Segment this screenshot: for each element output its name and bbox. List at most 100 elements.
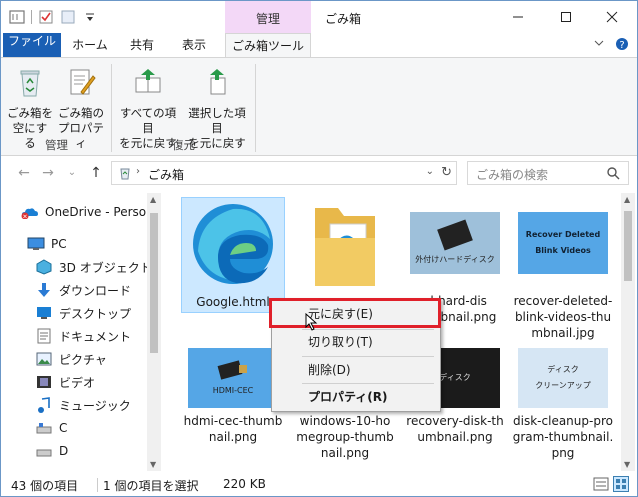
details-view-button[interactable] [593,476,609,495]
tab-file[interactable]: ファイル [3,33,61,57]
thumbnail-caption: クリーンアップ [535,381,591,390]
nav-item-desktop[interactable]: デスクトップ [35,302,131,324]
menu-item-properties[interactable]: プロパティ(R) [272,386,440,408]
navigation-pane: ✕ OneDrive - Persona PC 3D オブジェクト ダウンロード… [1,193,161,471]
forward-button[interactable]: → [39,163,57,183]
scroll-down-icon[interactable]: ▼ [624,460,630,469]
address-bar[interactable]: › ごみ箱 ⌄ ↻ [111,161,457,185]
expand-ribbon-icon[interactable] [593,37,605,49]
back-button[interactable]: ← [15,163,33,183]
close-icon [606,11,618,23]
scrollbar-thumb[interactable] [150,213,158,353]
nav-label: ダウンロード [59,283,132,298]
file-item-hdmi[interactable]: HDMI-CEC hdmi-cec-thumb nail.png [181,347,285,447]
thumbnail-caption: Recover Deleted Blink Videos [525,230,601,255]
large-icons-view-button[interactable] [613,476,629,495]
recycle-bin-icon [20,70,40,97]
tab-view[interactable]: 表示 [171,33,217,57]
help-icon[interactable]: ? [615,37,629,51]
thumbnail-caption: 外付けハードディスク [415,255,495,264]
nav-item-pictures[interactable]: ピクチャ [35,348,107,370]
menu-separator [302,383,434,384]
scroll-up-icon[interactable]: ▲ [624,195,630,204]
svg-text:?: ? [619,40,624,51]
onedrive-icon: ✕ [21,204,39,220]
large-icons-view-icon [613,476,629,492]
app-icon[interactable] [9,9,25,25]
status-bar: 43 個の項目 1 個の項目を選択 220 KB [1,473,637,496]
maximize-button[interactable] [543,1,589,33]
hdd-icon [437,219,473,251]
nav-pane-scrollbar[interactable]: ▲ ▼ [147,193,161,471]
tab-recycle-bin-tools[interactable]: ごみ箱ツール [225,33,311,58]
nav-label: ビデオ [59,375,96,390]
up-button[interactable]: ↑ [87,163,105,183]
nav-item-documents[interactable]: ドキュメント [35,325,131,347]
nav-label: ミュージック [59,398,131,413]
address-dropdown-icon[interactable]: ⌄ [426,166,434,177]
file-name-line: disk-cleanup-pro [513,414,613,428]
recent-locations-button[interactable]: ⌄ [63,163,81,183]
tab-home[interactable]: ホーム [67,33,113,57]
file-name-line: nail.png [208,430,258,444]
nav-item-drive-d[interactable]: D [35,440,68,462]
thumbnail: ディスク クリーンアップ [517,347,609,409]
nav-item-drive-c[interactable]: C [35,417,67,439]
refresh-icon[interactable]: ↻ [441,165,452,180]
menu-item-delete[interactable]: 削除(D) [272,359,440,381]
recycle-bin-icon [120,168,130,180]
customize-dropdown-icon[interactable] [82,9,98,25]
props-label-1: ごみ箱の [58,106,104,120]
nav-item-3d-objects[interactable]: 3D オブジェクト [35,256,152,278]
blink-thumbnail: Recover Deleted Blink Videos [518,212,608,274]
navigation-row: ← → ⌄ ↑ › ごみ箱 ⌄ ↻ ごみ箱の検索 [1,159,637,187]
file-item-disk-cleanup[interactable]: ディスク クリーンアップ disk-cleanup-pro gram-thumb… [511,347,615,463]
scroll-down-icon[interactable]: ▼ [150,460,156,469]
scroll-up-icon[interactable]: ▲ [150,195,156,204]
breadcrumb[interactable]: ごみ箱 [148,166,184,183]
quick-access-toolbar [9,9,98,25]
minimize-button[interactable] [495,1,541,33]
file-item-blink-videos[interactable]: Recover Deleted Blink Videos recover-del… [511,197,615,345]
nav-item-videos[interactable]: ビデオ [35,371,95,393]
file-name-line: windows-10-ho [299,414,391,428]
status-divider [97,478,98,492]
menu-item-cut[interactable]: 切り取り(T) [272,331,440,353]
file-name-line: nail.png [320,446,370,460]
menu-separator [302,356,434,357]
thumbnail: Recover Deleted Blink Videos [517,197,609,289]
minimize-icon [513,16,523,18]
context-tab-group-manage: 管理 [225,1,311,33]
scrollbar-thumb[interactable] [624,211,632,281]
properties-icon [70,69,96,95]
thumbnail: HDMI-CEC [187,347,279,409]
nav-label: C [59,421,68,435]
tab-share[interactable]: 共有 [119,33,165,57]
search-input[interactable]: ごみ箱の検索 [467,161,629,185]
file-name-line: megroup-thumb [296,430,394,444]
group-label-restore: 復元 [172,138,195,152]
breadcrumb-chevron-icon: › [136,166,140,177]
file-name-line: mbnail.jpg [531,326,595,340]
restore-selected-icon [210,69,226,95]
pc-icon [27,236,45,252]
close-button[interactable] [589,1,635,33]
file-item-google[interactable]: Google.html [181,197,285,313]
file-name-line: blink-videos-thu [514,310,612,324]
file-name-line: recovery-disk-th [406,414,504,428]
drive-icon [35,443,53,459]
properties-check-icon[interactable] [38,9,54,25]
file-item-folder[interactable] [293,197,397,313]
group-divider [111,64,112,152]
nav-item-music[interactable]: ミュージック [35,394,131,416]
new-folder-icon[interactable] [60,9,76,25]
nav-item-onedrive[interactable]: ✕ OneDrive - Persona [21,201,161,223]
content-scrollbar[interactable]: ▲ ▼ [621,193,635,471]
nav-item-downloads[interactable]: ダウンロード [35,279,131,301]
cleanup-thumbnail: ディスク クリーンアップ [518,348,608,408]
details-view-icon [593,477,609,491]
thumbnail-caption: ディスク [439,373,471,382]
search-placeholder: ごみ箱の検索 [476,168,549,182]
nav-label: ドキュメント [59,329,132,344]
nav-item-pc[interactable]: PC [27,233,67,255]
